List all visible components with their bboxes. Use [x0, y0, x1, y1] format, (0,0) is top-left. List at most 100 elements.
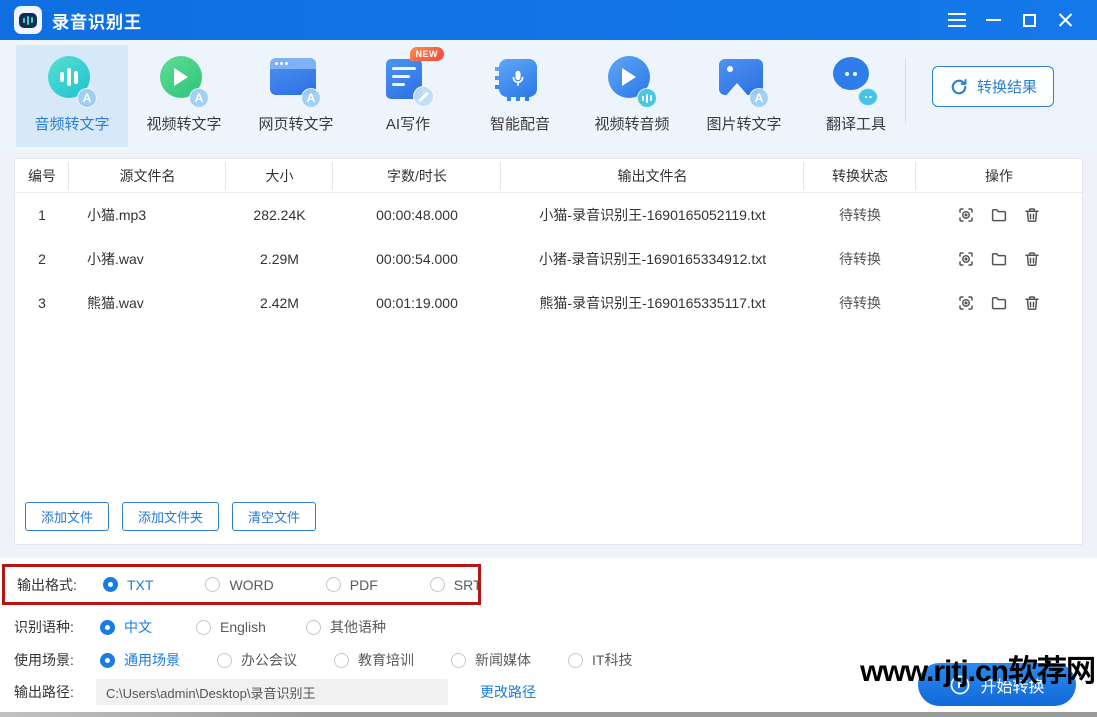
menu-icon[interactable]: [939, 5, 975, 35]
delete-icon[interactable]: [1023, 206, 1041, 224]
play-circle-icon: [951, 675, 970, 694]
language-label: 识别语种:: [14, 619, 74, 635]
radio-education[interactable]: 教育培训: [334, 650, 451, 670]
add-folder-button[interactable]: 添加文件夹: [122, 502, 220, 531]
table-row[interactable]: 2 小猪.wav 2.29M 00:00:54.000 小猪-录音识别王-169…: [15, 237, 1082, 281]
sound-badge-icon: [637, 88, 657, 108]
col-duration: 字数/时长: [333, 161, 501, 190]
change-path-link[interactable]: 更改路径: [480, 682, 536, 702]
window-bottom-edge: [0, 712, 1097, 717]
table-row[interactable]: 3 熊猫.wav 2.42M 00:01:19.000 熊猫-录音识别王-169…: [15, 281, 1082, 325]
tab-translate-tool[interactable]: 翻译工具: [800, 45, 912, 147]
radio-icon: [429, 577, 445, 592]
radio-icon: [205, 577, 221, 592]
radio-chinese[interactable]: 中文: [100, 617, 196, 637]
tab-label: 图片转文字: [706, 116, 782, 133]
duration: 00:00:48.000: [376, 207, 458, 223]
table-footer-buttons: 添加文件 添加文件夹 清空文件: [25, 502, 317, 531]
tab-label: 翻译工具: [825, 116, 886, 133]
clear-files-button[interactable]: 清空文件: [232, 502, 317, 531]
tab-ai-writing[interactable]: NEW AI写作: [352, 45, 464, 147]
image-to-text-icon: A: [716, 53, 772, 109]
row-operations: [916, 206, 1082, 224]
radio-it-tech[interactable]: IT科技: [568, 650, 685, 670]
scenario-row: 使用场景: 通用场景 办公会议 教育培训 新闻媒体 IT科技: [14, 645, 685, 675]
col-operations: 操作: [985, 167, 1013, 184]
radio-other-language[interactable]: 其他语种: [306, 617, 386, 637]
radio-icon: [100, 619, 115, 635]
output-filename: 小猫-录音识别王-1690165052119.txt: [539, 207, 766, 223]
table-header-row: 编号 源文件名 大小 字数/时长 输出文件名 转换状态 操作: [15, 159, 1082, 193]
audio-to-text-icon: A: [44, 53, 100, 109]
minimize-button[interactable]: [975, 5, 1011, 35]
ai-writing-icon: NEW: [380, 47, 444, 109]
delete-icon[interactable]: [1023, 250, 1041, 268]
toolbar-divider: [905, 58, 906, 124]
radio-news-media[interactable]: 新闻媒体: [451, 650, 568, 670]
radio-pdf[interactable]: PDF: [325, 577, 378, 593]
output-format-label: 输出格式:: [17, 576, 77, 593]
col-number: 编号: [15, 161, 69, 190]
start-conversion-button[interactable]: 开始转换: [918, 663, 1076, 706]
radio-icon: [196, 619, 211, 635]
start-button-label: 开始转换: [980, 678, 1045, 696]
output-filename: 熊猫-录音识别王-1690165335117.txt: [539, 295, 766, 311]
preview-icon[interactable]: [957, 250, 975, 268]
radio-office-meeting[interactable]: 办公会议: [217, 650, 334, 670]
delete-icon[interactable]: [1023, 294, 1041, 312]
file-size: 2.29M: [260, 251, 299, 267]
conversion-results-button[interactable]: 转换结果: [932, 66, 1054, 107]
tab-label: 视频转文字: [146, 116, 222, 133]
table-row[interactable]: 1 小猫.mp3 282.24K 00:00:48.000 小猫-录音识别王-1…: [15, 193, 1082, 237]
maximize-button[interactable]: [1011, 5, 1047, 35]
open-folder-icon[interactable]: [990, 250, 1008, 268]
radio-general-scene[interactable]: 通用场景: [100, 650, 217, 670]
col-size: 大小: [226, 161, 333, 190]
smart-dubbing-icon: [492, 53, 548, 109]
tab-web-to-text[interactable]: A 网页转文字: [240, 45, 352, 147]
radio-english[interactable]: English: [196, 617, 306, 637]
radio-srt[interactable]: SRT: [429, 577, 482, 593]
col-source-file: 源文件名: [69, 161, 226, 190]
radio-icon: [306, 619, 321, 635]
tab-audio-to-text[interactable]: A 音频转文字: [16, 45, 128, 147]
row-number: 1: [38, 207, 46, 223]
open-folder-icon[interactable]: [990, 294, 1008, 312]
file-size: 282.24K: [253, 207, 306, 223]
video-to-audio-icon: [604, 53, 660, 109]
tab-video-to-audio[interactable]: 视频转音频: [576, 45, 688, 147]
status-badge: 待转换: [839, 207, 881, 223]
app-logo-icon: [14, 6, 42, 34]
output-format-row-highlight: 输出格式: TXT WORD PDF SRT: [2, 564, 482, 605]
pencil-icon: [413, 86, 434, 107]
window-controls: [939, 5, 1083, 35]
radio-icon: [103, 577, 118, 592]
radio-icon: [325, 577, 341, 592]
new-badge: NEW: [409, 47, 444, 61]
refresh-icon: [951, 78, 967, 94]
web-to-text-icon: A: [268, 53, 324, 109]
status-badge: 待转换: [839, 295, 881, 311]
source-filename: 小猪.wav: [87, 251, 144, 267]
tab-image-to-text[interactable]: A 图片转文字: [688, 45, 800, 147]
tab-label: 视频转音频: [594, 116, 670, 133]
duration: 00:01:19.000: [376, 295, 458, 311]
open-folder-icon[interactable]: [990, 206, 1008, 224]
video-to-text-icon: A: [156, 53, 212, 109]
preview-icon[interactable]: [957, 294, 975, 312]
radio-txt[interactable]: TXT: [103, 577, 153, 593]
output-format-options: TXT WORD PDF SRT: [103, 577, 482, 593]
output-filename: 小猪-录音识别王-1690165334912.txt: [538, 251, 767, 267]
scenario-label: 使用场景:: [14, 652, 74, 668]
tab-smart-dubbing[interactable]: 智能配音: [464, 45, 576, 147]
tab-video-to-text[interactable]: A 视频转文字: [128, 45, 240, 147]
radio-word[interactable]: WORD: [205, 577, 274, 593]
add-file-button[interactable]: 添加文件: [25, 502, 110, 531]
radio-icon: [334, 652, 349, 668]
tab-label: 网页转文字: [258, 116, 334, 133]
preview-icon[interactable]: [957, 206, 975, 224]
scenario-options: 通用场景 办公会议 教育培训 新闻媒体 IT科技: [100, 650, 685, 670]
close-button[interactable]: [1047, 5, 1083, 35]
output-path-field[interactable]: C:\Users\admin\Desktop\录音识别王: [96, 679, 448, 705]
row-number: 3: [38, 295, 46, 311]
